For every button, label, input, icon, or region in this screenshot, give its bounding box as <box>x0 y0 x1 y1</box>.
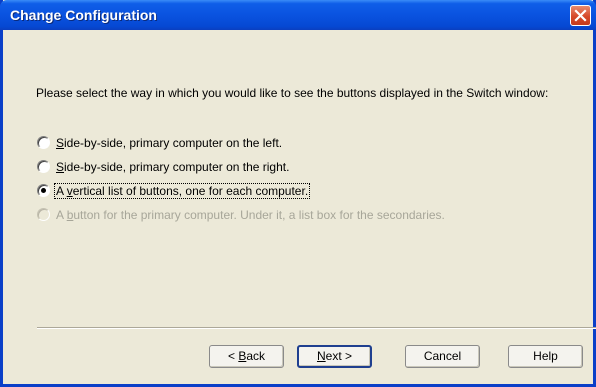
close-button[interactable] <box>570 5 591 26</box>
title-bar[interactable]: Change Configuration <box>0 0 596 30</box>
option-label: A button for the primary computer. Under… <box>56 208 445 222</box>
radio-dot <box>41 188 46 193</box>
radio-button[interactable] <box>37 136 50 149</box>
option-label[interactable]: A vertical list of buttons, one for each… <box>53 183 311 199</box>
separator-line <box>37 327 596 329</box>
close-icon <box>574 9 587 22</box>
instruction-text: Please select the way in which you would… <box>36 86 549 100</box>
next-button[interactable]: Next > <box>297 345 372 368</box>
back-button[interactable]: < Back <box>209 345 284 368</box>
option-label[interactable]: Side-by-side, primary computer on the le… <box>56 136 282 150</box>
cancel-button[interactable]: Cancel <box>405 345 480 368</box>
help-button[interactable]: Help <box>508 345 583 368</box>
option-label[interactable]: Side-by-side, primary computer on the ri… <box>56 160 289 174</box>
dialog-content: Please select the way in which you would… <box>3 30 596 384</box>
radio-button-disabled <box>37 208 50 221</box>
window-title: Change Configuration <box>10 7 157 23</box>
dialog-window: Change Configuration Please select the w… <box>0 0 596 387</box>
radio-button[interactable] <box>37 160 50 173</box>
radio-button-selected[interactable] <box>37 184 50 197</box>
